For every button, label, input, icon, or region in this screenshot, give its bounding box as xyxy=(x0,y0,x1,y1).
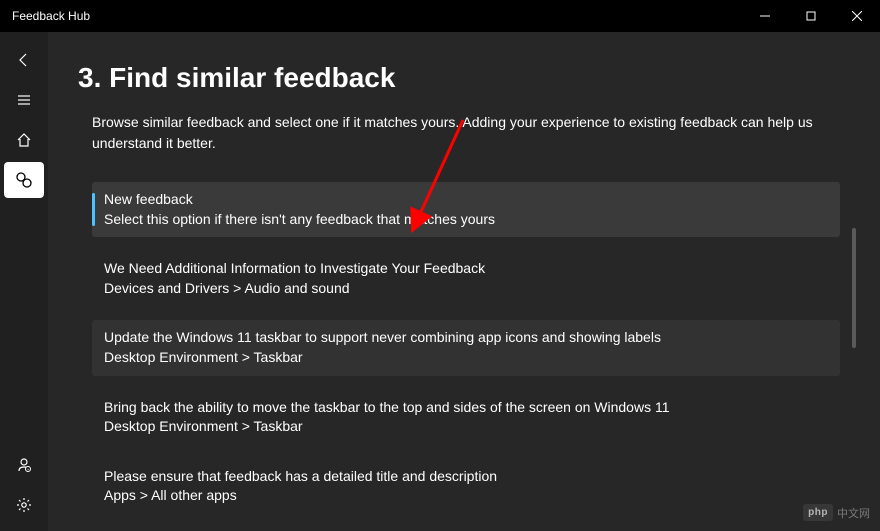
nav-profile[interactable]: + xyxy=(4,447,44,483)
page-title: 3. Find similar feedback xyxy=(78,62,840,94)
feedback-item[interactable]: Please ensure that feedback has a detail… xyxy=(92,459,840,514)
feedback-item[interactable]: New feedbackSelect this option if there … xyxy=(92,182,840,237)
feedback-item-sub: Select this option if there isn't any fe… xyxy=(104,210,828,230)
watermark-logo: php xyxy=(803,504,833,521)
titlebar: Feedback Hub xyxy=(0,0,880,32)
nav-back[interactable] xyxy=(4,42,44,78)
feedback-item-sub: Apps > All other apps xyxy=(104,486,828,506)
nav-settings[interactable] xyxy=(4,487,44,523)
feedback-item-sub: Desktop Environment > Taskbar xyxy=(104,348,828,368)
main-content: 3. Find similar feedback Browse similar … xyxy=(48,32,880,531)
feedback-item[interactable]: Bring back the ability to move the taskb… xyxy=(92,390,840,445)
nav-home[interactable] xyxy=(4,122,44,158)
minimize-button[interactable] xyxy=(742,0,788,32)
hamburger-icon xyxy=(16,92,32,108)
feedback-list: New feedbackSelect this option if there … xyxy=(78,182,840,531)
feedback-item[interactable]: We Need Additional Information to Invest… xyxy=(92,251,840,306)
feedback-item-sub: Devices and Drivers > Audio and sound xyxy=(104,279,828,299)
nav-feedback[interactable] xyxy=(4,162,44,198)
page-description: Browse similar feedback and select one i… xyxy=(78,112,838,154)
home-icon xyxy=(16,132,32,148)
feedback-item-title: Bring back the ability to move the taskb… xyxy=(104,398,828,418)
feedback-item-sub: Desktop Environment > Taskbar xyxy=(104,417,828,437)
feedback-item[interactable]: Update the Windows 11 taskbar to support… xyxy=(92,320,840,375)
feedback-icon xyxy=(15,171,33,189)
nav-menu[interactable] xyxy=(4,82,44,118)
person-icon: + xyxy=(16,457,32,473)
close-button[interactable] xyxy=(834,0,880,32)
watermark-text: 中文网 xyxy=(837,505,870,521)
app-body: + 3. Find similar feedback Browse simila… xyxy=(0,32,880,531)
watermark: php 中文网 xyxy=(803,504,870,521)
feedback-item-title: Please ensure that feedback has a detail… xyxy=(104,467,828,487)
close-icon xyxy=(852,11,862,21)
minimize-icon xyxy=(760,11,770,21)
maximize-button[interactable] xyxy=(788,0,834,32)
feedback-item-title: We Need Additional Information to Invest… xyxy=(104,259,828,279)
sidebar: + xyxy=(0,32,48,531)
back-arrow-icon xyxy=(16,52,32,68)
maximize-icon xyxy=(806,11,816,21)
scrollbar[interactable] xyxy=(852,228,856,348)
feedback-item-title: Update the Windows 11 taskbar to support… xyxy=(104,328,828,348)
window-controls xyxy=(742,0,880,32)
window-title: Feedback Hub xyxy=(12,9,90,23)
feedback-item-title: New feedback xyxy=(104,190,828,210)
gear-icon xyxy=(16,497,32,513)
